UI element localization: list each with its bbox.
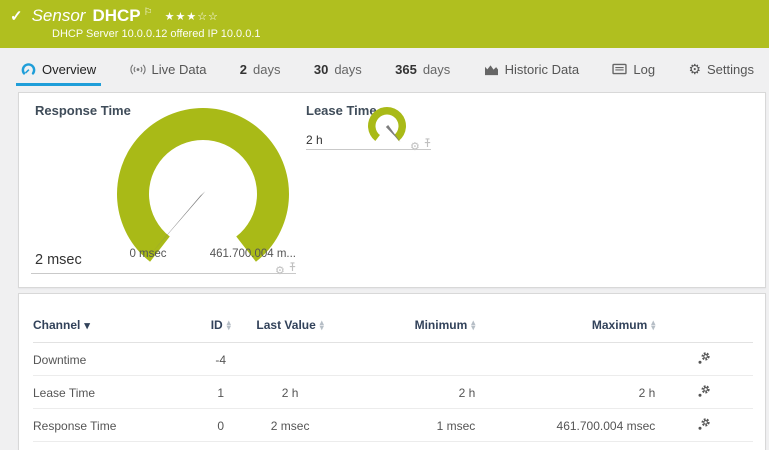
tab-bar: Overview Live Data 2 days 30 days 365 da… (0, 55, 769, 86)
column-header-maximum[interactable]: Maximum ▴ ▾ (475, 317, 656, 343)
channel-table-panel: Channel ▾ ID ▴ ▾ Last Value ▴ ▾ Minimum ▴ ▾ Max… (18, 293, 766, 450)
column-header-minimum[interactable]: Minimum ▴ ▾ (326, 317, 476, 343)
flag-icon: ⚐ (143, 7, 153, 18)
tab-label: Overview (42, 61, 97, 77)
table-row-downtime: Downtime -4 (33, 342, 753, 376)
priority-stars[interactable]: ★★★☆☆ (165, 10, 219, 23)
tab-number: 2 (239, 61, 248, 77)
sort-icon: ▴ ▾ (651, 317, 656, 332)
tab-30-days[interactable]: 30 days (309, 55, 367, 86)
edit-channel-icon[interactable] (697, 351, 711, 368)
sort-icon: ▴ ▾ (471, 317, 476, 332)
sort-icon: ▴ ▾ (226, 317, 231, 332)
tab-label: Live Data (151, 61, 207, 77)
tab-label: days (253, 61, 281, 77)
response-time-gauge (117, 108, 289, 262)
tab-number: 365 (395, 61, 417, 77)
sort-icon: ▴ ▾ (319, 317, 324, 332)
column-header-channel[interactable]: Channel ▾ (33, 318, 188, 343)
channel-name: Lease Time (33, 375, 188, 409)
channel-id: 0 (187, 408, 255, 442)
pin-icon[interactable] (288, 259, 297, 277)
channel-id: -4 (187, 342, 255, 376)
channel-minimum (326, 342, 476, 376)
channel-last-value (254, 342, 327, 376)
edit-channel-icon[interactable] (697, 384, 711, 401)
tab-live-data[interactable]: Live Data (125, 55, 212, 86)
edit-channel-icon[interactable] (697, 417, 711, 434)
tab-log[interactable]: Log (607, 55, 660, 86)
gear-icon[interactable]: ⚙ (275, 266, 285, 277)
sensor-header: ✓ Sensor DHCP ⚐ ★★★☆☆ DHCP Server 10.0.0… (0, 0, 769, 48)
gear-icon: ⚙ (688, 61, 702, 77)
gauge-tools: ⚙ (275, 259, 297, 277)
gear-icon[interactable]: ⚙ (410, 142, 420, 153)
channel-maximum (475, 342, 656, 376)
lease-time-value: 2 h (306, 133, 323, 147)
channel-name: Downtime (33, 342, 188, 376)
stars-filled: ★★★ (164, 11, 198, 23)
status-ok-icon: ✓ (10, 8, 23, 25)
chevron-down-icon: ▾ (84, 320, 90, 332)
tab-2-days[interactable]: 2 days (235, 55, 286, 86)
tab-label: days (334, 61, 362, 77)
divider (31, 273, 296, 274)
column-header-last-value[interactable]: Last Value ▴ ▾ (254, 317, 327, 343)
channel-maximum: 2 h (475, 375, 656, 409)
channel-last-value: 2 h (254, 375, 327, 409)
sensor-subtitle: DHCP Server 10.0.0.12 offered IP 10.0.0.… (52, 28, 261, 40)
area-chart-icon (484, 63, 499, 76)
column-header-id[interactable]: ID ▴ ▾ (187, 317, 255, 343)
channel-table: Channel ▾ ID ▴ ▾ Last Value ▴ ▾ Minimum ▴ ▾ Max… (33, 318, 753, 442)
lease-time-gauge (368, 106, 406, 143)
column-label: Minimum (414, 318, 468, 332)
tab-number: 30 (313, 61, 329, 77)
table-header-row: Channel ▾ ID ▴ ▾ Last Value ▴ ▾ Minimum ▴ ▾ Max… (33, 318, 753, 343)
gauges-panel: Response Time 0 msec 461.700.004 m... 2 … (18, 92, 766, 288)
table-row-lease-time: Lease Time 1 2 h 2 h 2 h (33, 375, 753, 409)
channel-name: Response Time (33, 408, 188, 442)
response-time-value: 2 msec (35, 252, 82, 268)
broadcast-icon (129, 63, 146, 76)
column-label: Last Value (256, 318, 316, 332)
gauge-min-label: 0 msec (129, 248, 167, 260)
column-label: ID (210, 318, 223, 332)
object-kind-label: Sensor (31, 6, 86, 25)
divider (306, 149, 431, 150)
channel-minimum: 2 h (326, 375, 476, 409)
table-row-response-time: Response Time 0 2 msec 1 msec 461.700.00… (33, 408, 753, 442)
pin-icon[interactable] (423, 135, 432, 153)
stars-empty: ☆☆ (197, 11, 219, 23)
tab-historic-data[interactable]: Historic Data (479, 55, 584, 86)
tab-settings[interactable]: ⚙ Settings (683, 55, 759, 86)
channel-maximum: 461.700.004 msec (475, 408, 656, 442)
channel-minimum: 1 msec (326, 408, 476, 442)
channel-id: 1 (187, 375, 255, 409)
column-label: Channel (33, 318, 81, 332)
tab-overview[interactable]: Overview (16, 55, 102, 86)
sensor-name: DHCP (92, 6, 141, 25)
tab-label: days (422, 61, 451, 77)
column-label: Maximum (591, 318, 648, 332)
gauge-tools: ⚙ (410, 135, 432, 153)
log-icon (612, 63, 628, 75)
channel-last-value: 2 msec (254, 408, 327, 442)
tab-label: Log (633, 61, 656, 77)
tab-label: Historic Data (504, 61, 580, 77)
tab-label: Settings (707, 61, 754, 77)
tab-365-days[interactable]: 365 days (390, 55, 455, 86)
gauge-icon (21, 62, 36, 77)
column-header-settings (655, 318, 753, 343)
